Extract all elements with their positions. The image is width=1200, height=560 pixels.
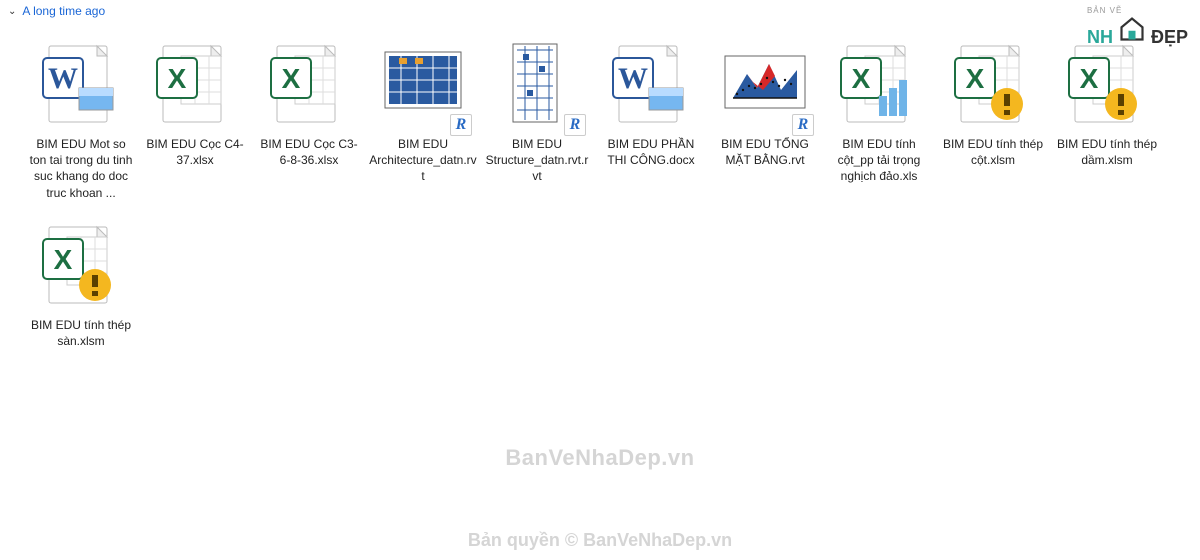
file-item[interactable]: BIM EDU tính thép cột.xlsm — [937, 36, 1049, 201]
file-name: BIM EDU tính thép dầm.xlsm — [1053, 136, 1161, 168]
file-item[interactable]: RBIM EDU Structure_datn.rvt.rvt — [481, 36, 593, 201]
watermark-copyright: Bản quyền © BanVeNhaDep.vn — [0, 530, 1200, 551]
file-name: BIM EDU tính thép sàn.xlsm — [27, 317, 135, 349]
excel-icon — [264, 36, 354, 132]
excel-icon — [150, 36, 240, 132]
revit-struct-icon: R — [492, 36, 582, 132]
file-name: BIM EDU PHẦN THI CÔNG.docx — [597, 136, 705, 168]
word-icon — [36, 36, 126, 132]
file-name: BIM EDU Structure_datn.rvt.rvt — [483, 136, 591, 185]
chevron-down-icon: ⌄ — [8, 6, 16, 17]
file-item[interactable]: BIM EDU Cọc C4-37.xlsx — [139, 36, 251, 201]
file-item[interactable]: BIM EDU tính cột_pp tải trọng nghịch đảo… — [823, 36, 935, 201]
excel-warn-icon — [1062, 36, 1152, 132]
file-item[interactable]: RBIM EDU TỔNG MẶT BẰNG.rvt — [709, 36, 821, 201]
house-icon — [1118, 15, 1146, 43]
file-name: BIM EDU tính cột_pp tải trọng nghịch đảo… — [825, 136, 933, 185]
revit-badge-icon: R — [564, 114, 586, 136]
file-name: BIM EDU Architecture_datn.rvt — [369, 136, 477, 185]
file-item[interactable]: RBIM EDU Architecture_datn.rvt — [367, 36, 479, 201]
file-item[interactable]: BIM EDU PHẦN THI CÔNG.docx — [595, 36, 707, 201]
files-area: BIM EDU Mot so ton tai trong du tinh suc… — [0, 26, 1200, 361]
file-name: BIM EDU Mot so ton tai trong du tinh suc… — [27, 136, 135, 201]
file-item[interactable]: BIM EDU tính thép sàn.xlsm — [25, 217, 137, 349]
file-name: BIM EDU tính thép cột.xlsm — [939, 136, 1047, 168]
excel-warn-icon — [948, 36, 1038, 132]
file-name: BIM EDU Cọc C3-6-8-36.xlsx — [255, 136, 363, 168]
watermark: BanVeNhaDep.vn — [0, 445, 1200, 471]
file-name: BIM EDU Cọc C4-37.xlsx — [141, 136, 249, 168]
excel-bars-icon — [834, 36, 924, 132]
group-label: A long time ago — [22, 4, 105, 18]
excel-warn-icon — [36, 217, 126, 313]
word-icon — [606, 36, 696, 132]
file-name: BIM EDU TỔNG MẶT BẰNG.rvt — [711, 136, 819, 168]
revit-plan-icon: R — [720, 36, 810, 132]
group-header[interactable]: ⌄ A long time ago — [0, 0, 1200, 26]
site-logo: BẢN VẼ NH ĐẸP — [1087, 6, 1190, 46]
file-item[interactable]: BIM EDU tính thép dầm.xlsm — [1051, 36, 1163, 201]
file-item[interactable]: BIM EDU Mot so ton tai trong du tinh suc… — [25, 36, 137, 201]
revit-arch-icon: R — [378, 36, 468, 132]
revit-badge-icon: R — [450, 114, 472, 136]
file-item[interactable]: BIM EDU Cọc C3-6-8-36.xlsx — [253, 36, 365, 201]
revit-badge-icon: R — [792, 114, 814, 136]
